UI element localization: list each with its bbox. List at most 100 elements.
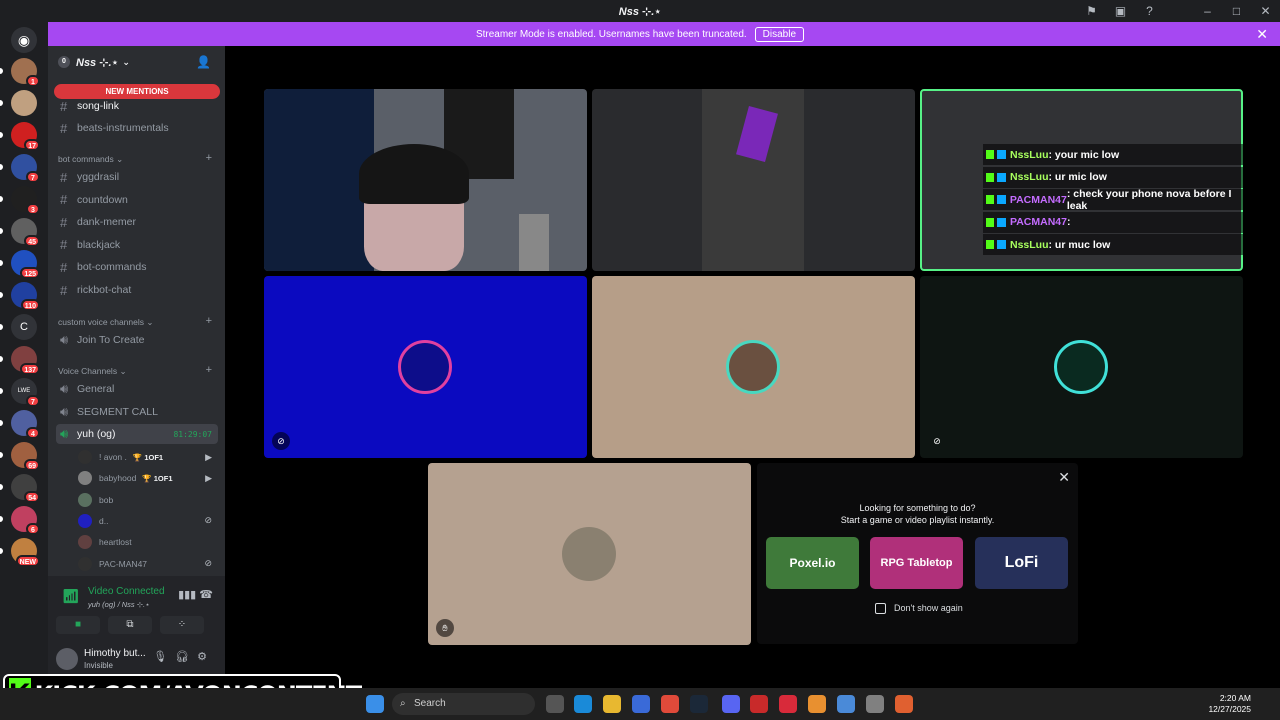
- activity-card-rpg[interactable]: RPG Tabletop: [870, 537, 963, 589]
- app-icon[interactable]: [808, 695, 826, 713]
- steam-icon[interactable]: [690, 695, 708, 713]
- unread-pill: [0, 324, 3, 330]
- unread-pill: [0, 356, 3, 362]
- file-explorer-icon[interactable]: [603, 695, 621, 713]
- channel-blackjack[interactable]: # blackjack: [56, 235, 218, 255]
- channel-song-link[interactable]: # song-link: [56, 96, 218, 116]
- help-icon[interactable]: ?: [1135, 4, 1164, 18]
- media-icon[interactable]: [750, 695, 768, 713]
- voice-channel-active[interactable]: 🔊︎ yuh (og) 81:29:07: [56, 424, 218, 444]
- server-icon[interactable]: 17: [11, 122, 40, 151]
- plus-icon[interactable]: +: [206, 315, 212, 327]
- voice-user[interactable]: ! avon . 🏆 1OF1 ▶: [78, 447, 218, 467]
- channel-yggdrasil[interactable]: # yggdrasil: [56, 167, 218, 187]
- camera-button[interactable]: ■: [56, 616, 100, 634]
- channel-beats-instrumentals[interactable]: # beats-instrumentals: [56, 118, 218, 138]
- video-tile-camera[interactable]: [264, 89, 587, 271]
- category-custom-voice[interactable]: custom voice channels ⌄ +: [58, 315, 218, 328]
- screen-icon[interactable]: ▣: [1106, 4, 1135, 18]
- chat-text: : your mic low: [1048, 148, 1120, 161]
- channel-join-to-create[interactable]: 🔊︎ Join To Create: [56, 330, 218, 350]
- activity-card-poxel[interactable]: Poxel.io: [766, 537, 859, 589]
- server-icon[interactable]: 6: [11, 506, 40, 535]
- server-icon[interactable]: 54: [11, 474, 40, 503]
- server-icon[interactable]: 137: [11, 346, 40, 375]
- discord-home-icon[interactable]: ◉: [11, 27, 37, 53]
- user-tag: 🏆 1OF1: [132, 452, 164, 462]
- chrome-icon[interactable]: [661, 695, 679, 713]
- voice-user[interactable]: d.. ⊘: [78, 511, 218, 531]
- hash-icon: #: [60, 120, 68, 136]
- server-icon[interactable]: 4: [11, 410, 40, 439]
- plus-icon[interactable]: +: [206, 152, 212, 164]
- store-icon[interactable]: [632, 695, 650, 713]
- avatar[interactable]: [56, 648, 78, 670]
- noise-icon[interactable]: ▮▮▮ ☎: [178, 588, 213, 601]
- activities-button[interactable]: ⁘: [160, 616, 204, 634]
- server-icon[interactable]: NEW: [11, 538, 40, 567]
- opera-icon[interactable]: [779, 695, 797, 713]
- category-bot-commands[interactable]: bot commands ⌄ +: [58, 152, 218, 165]
- app-icon[interactable]: [895, 695, 913, 713]
- activity-card-lofi[interactable]: LoFi: [975, 537, 1068, 589]
- screen-share-button[interactable]: ⧉: [108, 616, 152, 634]
- server-icon[interactable]: 1: [11, 58, 40, 87]
- headphones: [359, 144, 469, 204]
- video-tile-d[interactable]: ⊘: [264, 276, 587, 458]
- server-icon[interactable]: 7: [11, 154, 40, 183]
- badge-icon: [997, 240, 1006, 249]
- kick-icon: [986, 240, 994, 249]
- voice-channel-segment-call[interactable]: 🔊︎ SEGMENT CALL: [56, 402, 218, 422]
- discord-icon[interactable]: [722, 695, 740, 713]
- server-icon[interactable]: 110: [11, 282, 40, 311]
- server-icon[interactable]: 3: [11, 186, 40, 215]
- channel-rickbot-chat[interactable]: # rickbot-chat: [56, 280, 218, 300]
- user-name[interactable]: Himothy but...: [84, 648, 146, 659]
- user-controls[interactable]: 🎙︎🎧︎⚙: [153, 650, 215, 663]
- plus-icon[interactable]: +: [206, 364, 212, 376]
- task-view-icon[interactable]: [546, 695, 564, 713]
- add-member-icon[interactable]: 👤: [196, 55, 211, 69]
- app-icon[interactable]: [866, 695, 884, 713]
- server-icon[interactable]: 69: [11, 442, 40, 471]
- start-icon[interactable]: [366, 695, 384, 713]
- channel-countdown[interactable]: # countdown: [56, 190, 218, 210]
- voice-channel-general[interactable]: 🔊︎ General: [56, 379, 218, 399]
- close-icon[interactable]: ✕: [1058, 469, 1070, 486]
- clock[interactable]: 2:20 AM 12/27/2025: [1208, 693, 1251, 715]
- minimize-icon[interactable]: –: [1193, 4, 1222, 18]
- server-icon[interactable]: C: [11, 314, 37, 340]
- server-icon[interactable]: LWE 7: [11, 378, 40, 407]
- avatar: [78, 556, 92, 571]
- maximize-icon[interactable]: □: [1222, 4, 1251, 18]
- server-icon[interactable]: 125: [11, 250, 40, 279]
- server-icon[interactable]: 45: [11, 218, 40, 247]
- chat-message: PACMAN47 : check your phone nova before …: [983, 188, 1253, 212]
- voice-status[interactable]: Video Connected: [88, 586, 165, 597]
- server-header[interactable]: 0 Nss ⊹.⋆ ⌄ 👤: [48, 46, 225, 78]
- category-voice-channels[interactable]: Voice Channels ⌄ +: [58, 364, 218, 377]
- disable-streamer-button[interactable]: Disable: [754, 26, 805, 42]
- inbox-icon[interactable]: ⚑: [1077, 4, 1106, 18]
- edge-icon[interactable]: [574, 695, 592, 713]
- close-window-icon[interactable]: ✕: [1251, 4, 1280, 18]
- video-tile-phone[interactable]: [592, 89, 915, 271]
- channel-sidebar: 0 Nss ⊹.⋆ ⌄ 👤 NEW MENTIONS # song-link # b…: [48, 46, 225, 688]
- voice-user[interactable]: PAC-MAN47 ⊘: [78, 554, 218, 574]
- voice-user[interactable]: babyhood 🏆 1OF1 ▶: [78, 468, 218, 488]
- channel-bot-commands[interactable]: # bot-commands: [56, 257, 218, 277]
- video-tile-heartlost[interactable]: [592, 276, 915, 458]
- chrome-icon[interactable]: [837, 695, 855, 713]
- signal-icon[interactable]: 📶︎: [62, 588, 80, 605]
- channel-dank-memer[interactable]: # dank-memer: [56, 212, 218, 232]
- voice-user[interactable]: bob: [78, 490, 218, 510]
- video-tile-bob[interactable]: ✋︎: [428, 463, 751, 645]
- taskbar-search[interactable]: ⌕ Search: [392, 693, 535, 715]
- close-banner-icon[interactable]: ✕: [1256, 26, 1268, 43]
- video-tile-pacman[interactable]: ⊘: [920, 276, 1243, 458]
- server-icon[interactable]: [11, 90, 37, 116]
- unread-badge: 3: [26, 203, 40, 215]
- voice-user[interactable]: heartlost: [78, 532, 218, 552]
- kick-icon: [986, 195, 994, 204]
- dont-show-checkbox[interactable]: [875, 603, 886, 614]
